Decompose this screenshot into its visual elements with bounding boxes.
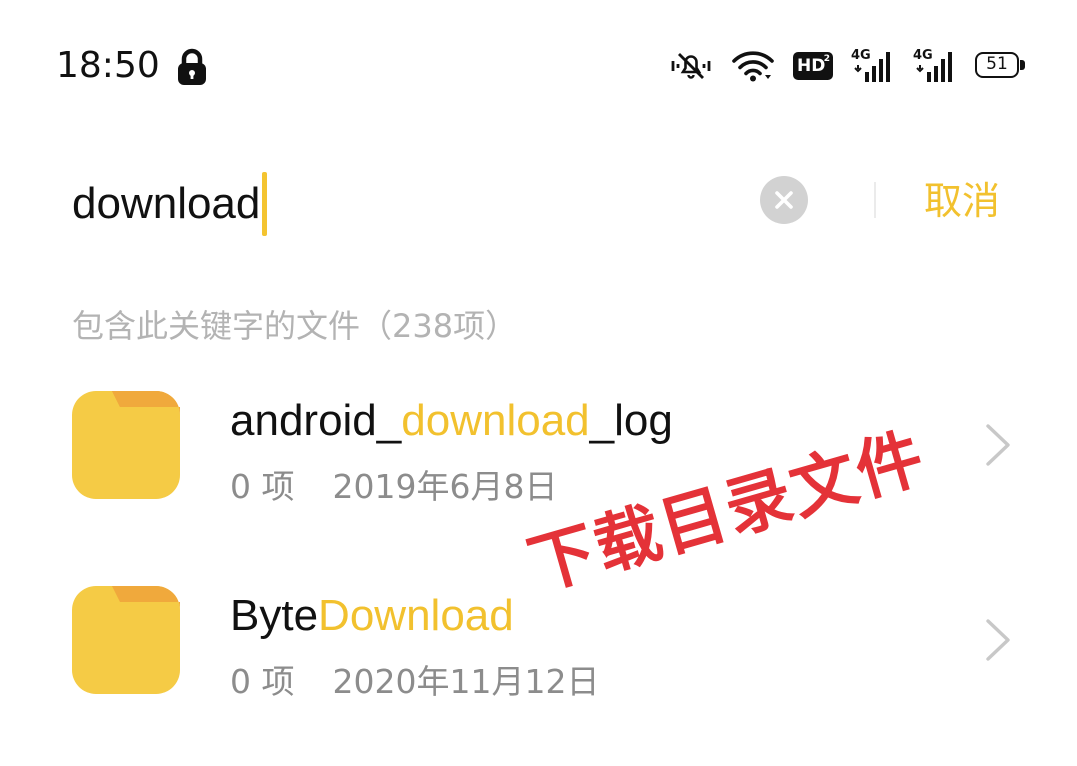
close-icon [775,191,793,209]
file-name: android_download_log [230,393,673,449]
chevron-right-icon [986,619,1010,661]
file-item-count: 0 项 [230,662,295,701]
file-name-match: Download [318,591,514,640]
file-name-match: download [401,396,590,445]
file-meta: 0 项 2020年11月12日 [230,660,599,704]
file-date: 2019年6月8日 [332,467,558,506]
file-item-count: 0 项 [230,467,295,506]
file-name-suffix: _log [589,396,673,445]
hd-sub-label: 2 [823,54,830,64]
status-time: 18:50 [56,45,160,86]
search-input[interactable]: download [72,172,268,236]
signal-strength-2: 4G [913,49,957,83]
bell-off-icon [671,53,711,79]
file-date: 2020年11月12日 [332,662,600,701]
text-caret [262,172,268,236]
file-meta: 0 项 2019年6月8日 [230,465,557,509]
hd-label: HD [797,56,826,76]
hd-voice-badge: HD 2 [793,52,833,80]
search-bar: download 取消 [0,150,1077,260]
results-header: 包含此关键字的文件（238项） [72,307,518,345]
cancel-button[interactable]: 取消 [924,174,1000,228]
status-bar: 18:50 HD 2 4G 4G 51 [0,0,1077,130]
file-name-prefix: Byte [230,591,319,640]
folder-icon [72,391,180,499]
signal-strength-1: 4G [851,49,895,83]
signal-bars-icon [854,52,890,82]
signal-bars-icon [916,52,952,82]
battery-level: 51 [975,52,1019,78]
battery-indicator: 51 [975,52,1027,80]
search-query: download [72,179,261,228]
chevron-right-icon [986,424,1010,466]
lock-icon [178,48,206,85]
file-name-prefix: android_ [230,396,402,445]
battery-tip [1020,60,1025,70]
file-name: ByteDownload [230,588,514,644]
search-divider [874,182,876,218]
folder-icon [72,586,180,694]
clear-search-button[interactable] [760,176,808,224]
wifi-icon [732,51,774,82]
file-row[interactable]: ByteDownload 0 项 2020年11月12日 [0,586,1077,756]
status-icons: HD 2 4G 4G 51 [669,46,1027,86]
